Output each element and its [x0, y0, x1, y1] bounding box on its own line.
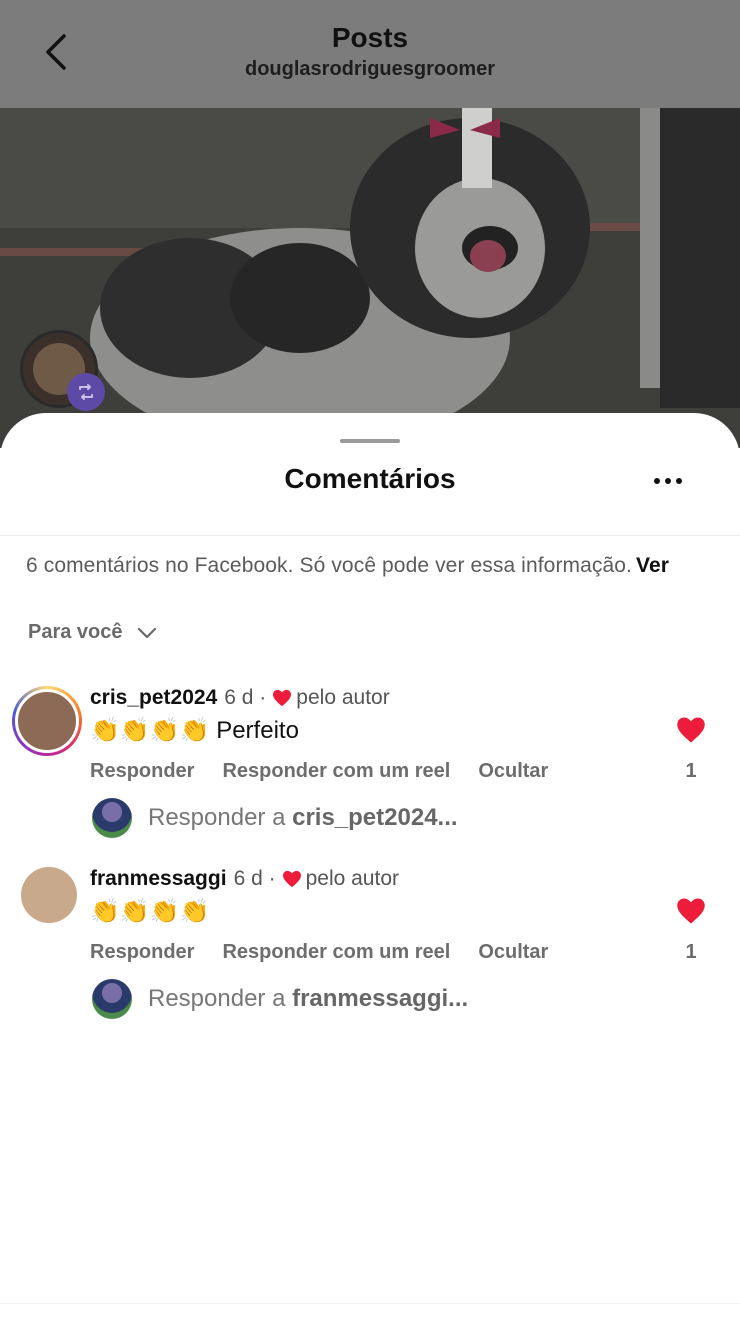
like-count: 1	[685, 760, 697, 782]
reply-with-reel-button[interactable]: Responder com um reel	[222, 760, 450, 783]
bottom-divider	[0, 1303, 740, 1304]
hide-button[interactable]: Ocultar	[478, 941, 548, 964]
repost-icon	[79, 384, 93, 400]
like-count: 1	[685, 941, 697, 963]
liked-by-author-label: pelo autor	[305, 867, 399, 890]
see-facebook-comments-link[interactable]: Ver	[636, 554, 669, 577]
sheet-title: Comentários	[284, 463, 456, 494]
reply-button[interactable]: Responder	[90, 941, 194, 964]
facebook-note-text: 6 comentários no Facebook. Só você pode …	[26, 554, 632, 577]
reply-input[interactable]: Responder a franmessaggi...	[92, 979, 468, 1019]
post-image	[0, 108, 740, 448]
reply-button[interactable]: Responder	[90, 760, 194, 783]
current-user-avatar	[92, 798, 132, 838]
comment-time: 6 d ·	[233, 867, 276, 890]
comment-text: 👏👏👏👏 Perfeito	[90, 717, 299, 744]
page-title: Posts	[331, 22, 409, 53]
comment-actions: Responder Responder com um reel Ocultar	[90, 941, 548, 964]
comment-actions: Responder Responder com um reel Ocultar	[90, 760, 548, 783]
commenter-avatar[interactable]	[21, 867, 77, 923]
top-bar: Posts douglasrodriguesgroomer	[0, 0, 740, 108]
repost-badge	[67, 373, 105, 411]
sort-label: Para você	[28, 621, 123, 643]
chevron-down-icon	[137, 627, 156, 638]
liked-by-author-label: pelo autor	[296, 686, 390, 709]
comment-meta: cris_pet2024 6 d · pelo autor	[90, 686, 390, 710]
page-subtitle: douglasrodriguesgroomer	[244, 58, 496, 80]
heart-icon[interactable]	[676, 716, 706, 744]
comment-text: 👏👏👏👏	[90, 898, 210, 925]
reply-input[interactable]: Responder a cris_pet2024...	[92, 798, 458, 838]
heart-icon[interactable]	[676, 897, 706, 925]
comment-time: 6 d ·	[224, 686, 267, 709]
more-options-button[interactable]	[648, 471, 688, 491]
current-user-avatar	[92, 979, 132, 1019]
comment-username[interactable]: cris_pet2024	[90, 686, 217, 710]
hide-button[interactable]: Ocultar	[478, 760, 548, 783]
comment-meta: franmessaggi 6 d · pelo autor	[90, 867, 399, 891]
facebook-comments-note: 6 comentários no Facebook. Só você pode …	[26, 554, 669, 578]
author-heart-icon	[273, 689, 292, 707]
sort-dropdown[interactable]: Para você	[28, 621, 157, 644]
sheet-grabber[interactable]	[340, 439, 400, 443]
comment-username[interactable]: franmessaggi	[90, 867, 227, 891]
author-heart-icon	[282, 870, 301, 888]
reply-placeholder: Responder a cris_pet2024...	[148, 804, 458, 831]
reply-placeholder: Responder a franmessaggi...	[148, 985, 469, 1012]
sheet-divider	[0, 535, 740, 536]
commenter-avatar[interactable]	[12, 686, 82, 756]
more-horizontal-icon	[654, 478, 660, 484]
comments-sheet: Comentários 6 comentários no Facebook. S…	[0, 413, 740, 1317]
reply-with-reel-button[interactable]: Responder com um reel	[222, 941, 450, 964]
